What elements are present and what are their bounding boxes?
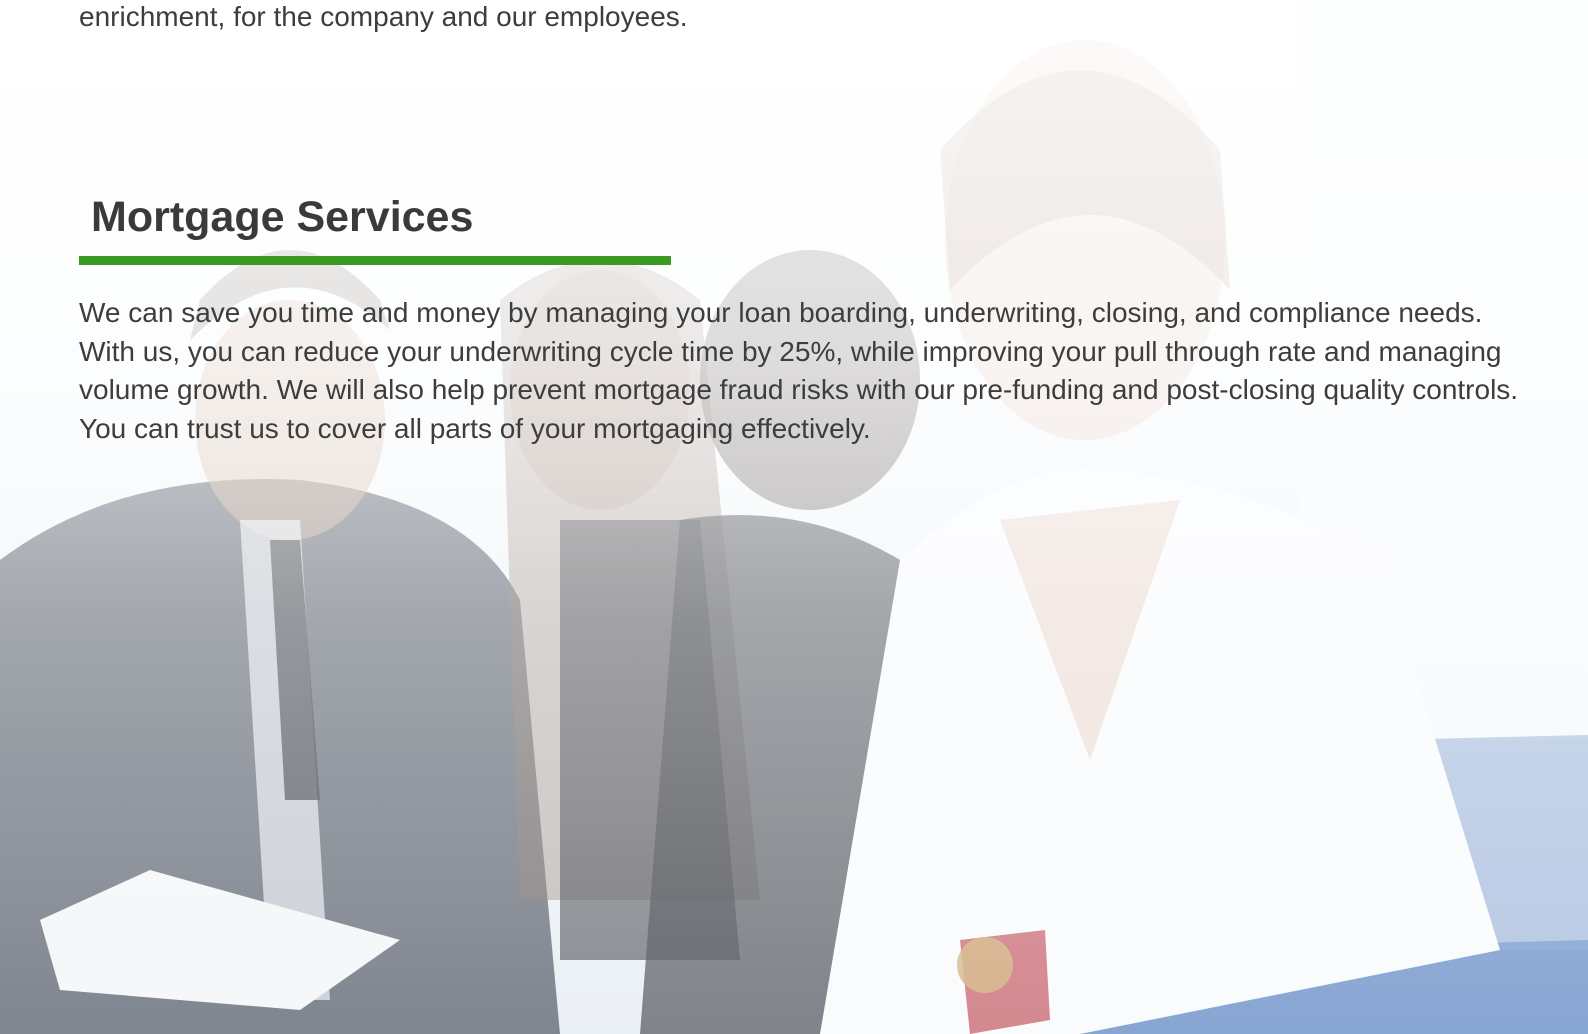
intro-paragraph: enrichment, for the company and our empl…: [79, 1, 688, 32]
photo-overlay: [0, 0, 1588, 1034]
section-title: Mortgage Services: [91, 193, 474, 241]
section-body: We can save you time and money by managi…: [79, 297, 1519, 444]
background-photo: [0, 0, 1588, 1034]
title-underline: [79, 256, 671, 265]
